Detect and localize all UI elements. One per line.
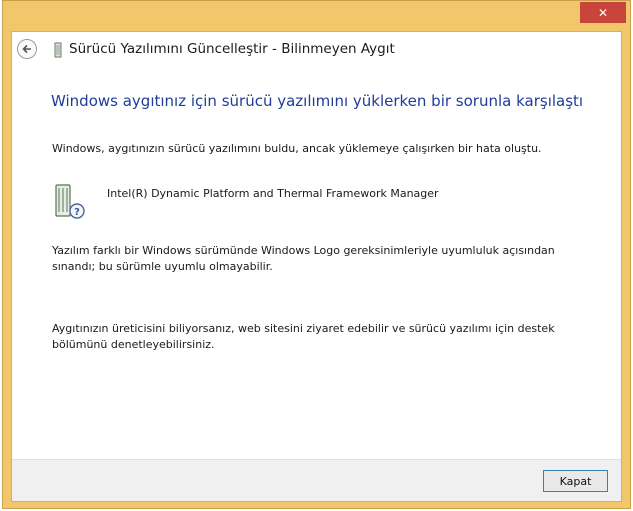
svg-text:?: ?: [74, 207, 80, 218]
manufacturer-message: Aygıtınızın üreticisini biliyorsanız, we…: [52, 322, 555, 351]
dialog-footer: Kapat: [12, 459, 621, 501]
close-button[interactable]: Kapat: [543, 470, 608, 492]
back-button[interactable]: [17, 39, 37, 59]
nav-bar: Sürücü Yazılımını Güncelleştir - Bilinme…: [12, 32, 621, 70]
device-icon: ?: [55, 184, 85, 219]
main-heading: Windows aygıtınız için sürücü yazılımını…: [51, 92, 584, 110]
window-close-button[interactable]: ✕: [580, 2, 626, 23]
device-name: Intel(R) Dynamic Platform and Thermal Fr…: [107, 187, 439, 200]
dialog-client-area: Sürücü Yazılımını Güncelleştir - Bilinme…: [11, 31, 622, 502]
device-small-icon: [54, 42, 62, 58]
back-arrow-icon: [22, 44, 31, 54]
error-message: Windows, aygıtınızın sürücü yazılımını b…: [52, 142, 542, 155]
close-icon: ✕: [597, 5, 609, 20]
dialog-window: ✕ Sürücü Yazılımını Güncelleştir - Bilin…: [2, 0, 631, 509]
dialog-title: Sürücü Yazılımını Güncelleştir - Bilinme…: [69, 41, 395, 57]
compatibility-message: Yazılım farklı bir Windows sürümünde Win…: [52, 244, 555, 273]
